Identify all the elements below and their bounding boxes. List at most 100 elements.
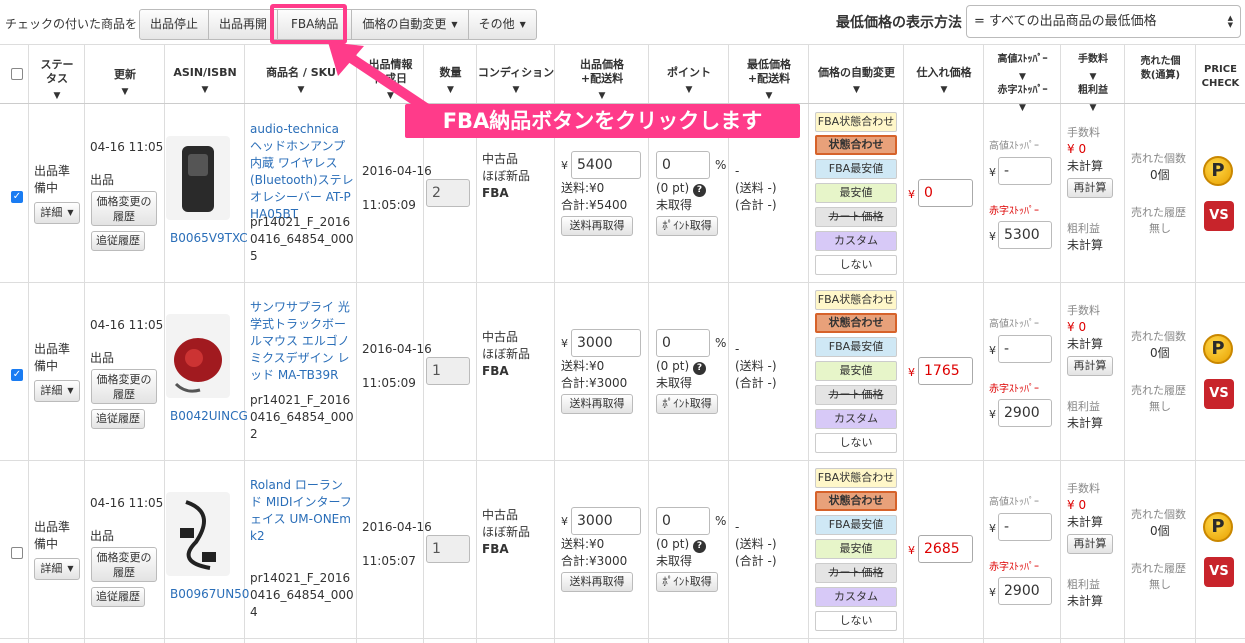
follow-history-button[interactable]: 追従履歴 — [91, 231, 145, 251]
point-input[interactable]: 0 — [656, 329, 710, 357]
table-header: ステータス▼ 更新▼ ASIN/ISBN▼ 商品名 / SKU▼ 出品情報作成日… — [0, 44, 1245, 113]
get-point-button[interactable]: ﾎﾟｲﾝﾄ取得 — [656, 394, 718, 414]
high-stopper-input[interactable]: - — [998, 513, 1052, 541]
follow-history-button[interactable]: 追従履歴 — [91, 587, 145, 607]
header-lowest[interactable]: 最低価格+配送料 ▼ — [729, 45, 809, 105]
quantity-field[interactable]: 2 — [426, 179, 470, 207]
header-status[interactable]: ステータス ▼ — [29, 45, 85, 105]
price-check-p-icon[interactable]: P — [1203, 512, 1233, 542]
profit-status: 未計算 — [1067, 594, 1104, 608]
red-stopper-input[interactable]: 2900 — [998, 577, 1052, 605]
auto-price-option[interactable]: FBA状態合わせ — [815, 112, 897, 132]
follow-history-button[interactable]: 追従履歴 — [91, 409, 145, 429]
header-condition[interactable]: コンディション ▼ — [477, 45, 555, 105]
auto-price-option[interactable]: FBA最安値 — [815, 337, 897, 357]
high-stopper-input[interactable]: - — [998, 335, 1052, 363]
auto-price-option[interactable]: カート価格 — [815, 563, 897, 583]
auto-price-option[interactable]: 状態合わせ — [815, 313, 897, 333]
cost-price-input[interactable]: 0 — [918, 179, 973, 207]
header-auto-price[interactable]: 価格の自動変更 ▼ — [809, 45, 904, 105]
detail-dropdown-button[interactable]: 詳細 ▼ — [34, 202, 80, 224]
auto-price-option[interactable]: 状態合わせ — [815, 135, 897, 155]
price-check-p-icon[interactable]: P — [1203, 156, 1233, 186]
get-point-button[interactable]: ﾎﾟｲﾝﾄ取得 — [656, 572, 718, 592]
refetch-shipping-button[interactable]: 送料再取得 — [561, 572, 633, 592]
point-input[interactable]: 0 — [656, 507, 710, 535]
header-updated[interactable]: 更新 ▼ — [85, 45, 165, 105]
price-display-mode-select[interactable]: = すべての出品商品の最低価格 ▲ ▼ — [966, 5, 1241, 38]
resume-listing-button[interactable]: 出品再開 — [208, 9, 279, 40]
price-history-button[interactable]: 価格変更の履歴 — [91, 369, 157, 404]
price-history-button[interactable]: 価格変更の履歴 — [91, 191, 157, 226]
refetch-shipping-button[interactable]: 送料再取得 — [561, 394, 633, 414]
stop-listing-button[interactable]: 出品停止 — [139, 9, 210, 40]
detail-dropdown-button[interactable]: 詳細 ▼ — [34, 380, 80, 402]
cost-price-input[interactable]: 2685 — [918, 535, 973, 563]
high-stopper-input[interactable]: - — [998, 157, 1052, 185]
auto-price-option[interactable]: 最安値 — [815, 539, 897, 559]
sold-count-label: 売れた個数 — [1131, 152, 1186, 165]
quantity-field[interactable]: 1 — [426, 357, 470, 385]
row-checkbox[interactable] — [11, 547, 23, 559]
header-asin[interactable]: ASIN/ISBN ▼ — [165, 45, 245, 105]
auto-price-option[interactable]: FBA最安値 — [815, 159, 897, 179]
product-name-link[interactable]: Roland ローランド MIDIインターフェイス UM-ONEmk2 — [250, 477, 354, 545]
listing-price-input[interactable]: 3000 — [571, 329, 641, 357]
yen-sign: ¥ — [908, 188, 915, 201]
product-image[interactable] — [166, 492, 230, 576]
help-icon[interactable]: ? — [692, 540, 706, 553]
listing-price-input[interactable]: 5400 — [571, 151, 641, 179]
red-stopper-input[interactable]: 5300 — [998, 221, 1052, 249]
auto-price-option[interactable]: しない — [815, 433, 897, 453]
auto-price-option[interactable]: カスタム — [815, 587, 897, 607]
product-name-link[interactable]: サンワサプライ 光学式トラックボールマウス エルゴノミクスデザイン レッド MA… — [250, 299, 354, 384]
detail-dropdown-button[interactable]: 詳細 ▼ — [34, 558, 80, 580]
product-name-link[interactable]: audio-technica ヘッドホンアンプ内蔵 ワイヤレス (Bluetoo… — [250, 121, 354, 223]
recalculate-button[interactable]: 再計算 — [1067, 356, 1113, 376]
auto-price-option[interactable]: 最安値 — [815, 183, 897, 203]
cost-price-input[interactable]: 1765 — [918, 357, 973, 385]
point-input[interactable]: 0 — [656, 151, 710, 179]
get-point-button[interactable]: ﾎﾟｲﾝﾄ取得 — [656, 216, 718, 236]
price-check-vs-icon[interactable]: VS — [1204, 379, 1234, 409]
row-checkbox[interactable]: ✓ — [11, 191, 23, 203]
help-icon[interactable]: ? — [692, 184, 706, 197]
product-image[interactable] — [166, 136, 230, 220]
other-menu-button[interactable]: その他 ▼ — [467, 9, 537, 40]
auto-price-option[interactable]: カート価格 — [815, 207, 897, 227]
sort-arrow-icon: ▼ — [940, 85, 948, 95]
price-check-vs-icon[interactable]: VS — [1204, 557, 1234, 587]
auto-price-option[interactable]: FBA状態合わせ — [815, 468, 897, 488]
header-price[interactable]: 出品価格+配送料 ▼ — [555, 45, 649, 105]
auto-price-option[interactable]: しない — [815, 255, 897, 275]
asin-link[interactable]: B0042UINCG — [170, 408, 248, 425]
auto-price-option[interactable]: 状態合わせ — [815, 491, 897, 511]
help-icon[interactable]: ? — [692, 362, 706, 375]
listing-price-input[interactable]: 3000 — [571, 507, 641, 535]
select-all-checkbox[interactable] — [11, 68, 23, 80]
auto-price-option[interactable]: FBA最安値 — [815, 515, 897, 535]
auto-price-option[interactable]: 最安値 — [815, 361, 897, 381]
sold-history-label: 売れた履歴 — [1131, 562, 1186, 575]
header-stopper[interactable]: 高値ｽﾄｯﾊﾟｰ ▼ 赤字ｽﾄｯﾊﾟｰ ▼ — [984, 45, 1061, 113]
asin-link[interactable]: B0065V9TXC — [170, 230, 248, 247]
red-stopper-input[interactable]: 2900 — [998, 399, 1052, 427]
header-point[interactable]: ポイント ▼ — [649, 45, 729, 105]
price-check-p-icon[interactable]: P — [1203, 334, 1233, 364]
refetch-shipping-button[interactable]: 送料再取得 — [561, 216, 633, 236]
quantity-field[interactable]: 1 — [426, 535, 470, 563]
auto-price-option[interactable]: カスタム — [815, 231, 897, 251]
auto-price-option[interactable]: FBA状態合わせ — [815, 290, 897, 310]
recalculate-button[interactable]: 再計算 — [1067, 178, 1113, 198]
row-checkbox[interactable]: ✓ — [11, 369, 23, 381]
header-fee[interactable]: 手数料 ▼ 粗利益 ▼ — [1061, 45, 1125, 113]
header-cost[interactable]: 仕入れ価格 ▼ — [904, 45, 984, 105]
price-check-vs-icon[interactable]: VS — [1204, 201, 1234, 231]
product-image[interactable] — [166, 314, 230, 398]
asin-link[interactable]: B00967UN50 — [170, 586, 249, 603]
auto-price-option[interactable]: カート価格 — [815, 385, 897, 405]
price-history-button[interactable]: 価格変更の履歴 — [91, 547, 157, 582]
auto-price-option[interactable]: カスタム — [815, 409, 897, 429]
auto-price-option[interactable]: しない — [815, 611, 897, 631]
recalculate-button[interactable]: 再計算 — [1067, 534, 1113, 554]
